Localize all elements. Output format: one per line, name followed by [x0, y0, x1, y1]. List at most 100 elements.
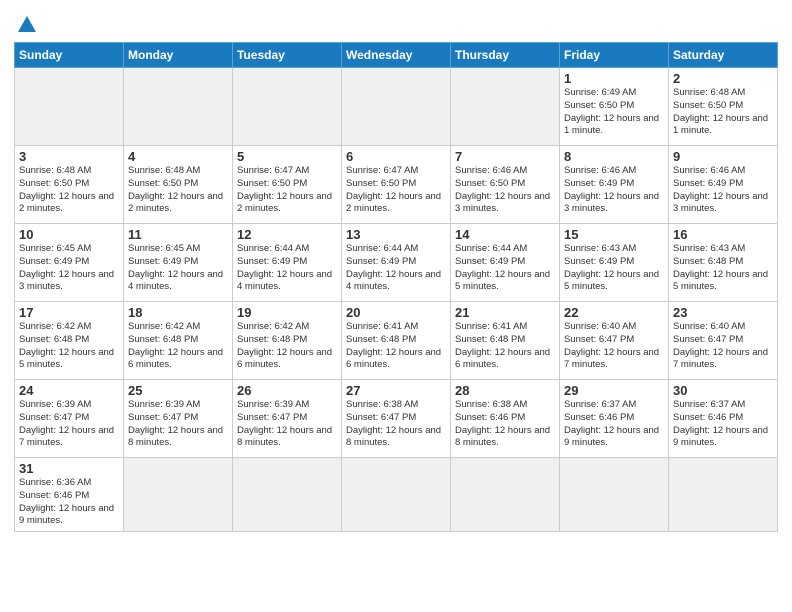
- day-info: Sunrise: 6:39 AM Sunset: 6:47 PM Dayligh…: [128, 399, 228, 450]
- date-number: 1: [564, 71, 664, 86]
- date-number: 25: [128, 383, 228, 398]
- day-info: Sunrise: 6:48 AM Sunset: 6:50 PM Dayligh…: [19, 165, 119, 216]
- day-info: Sunrise: 6:41 AM Sunset: 6:48 PM Dayligh…: [346, 321, 446, 372]
- calendar-cell: 12Sunrise: 6:44 AM Sunset: 6:49 PM Dayli…: [233, 224, 342, 302]
- date-number: 9: [673, 149, 773, 164]
- date-number: 17: [19, 305, 119, 320]
- calendar-cell: 17Sunrise: 6:42 AM Sunset: 6:48 PM Dayli…: [15, 302, 124, 380]
- calendar-cell: 24Sunrise: 6:39 AM Sunset: 6:47 PM Dayli…: [15, 380, 124, 458]
- calendar-cell: [451, 458, 560, 532]
- day-info: Sunrise: 6:44 AM Sunset: 6:49 PM Dayligh…: [455, 243, 555, 294]
- date-number: 24: [19, 383, 119, 398]
- calendar-week-5: 24Sunrise: 6:39 AM Sunset: 6:47 PM Dayli…: [15, 380, 778, 458]
- calendar-week-4: 17 Sunrise: 6:42 AM Sunset: 6:48 PM Dayli…: [15, 302, 778, 380]
- day-info: Sunrise: 6:47 AM Sunset: 6:50 PM Dayligh…: [237, 165, 337, 216]
- calendar-cell: 1Sunrise: 6:49 AM Sunset: 6:50 PM Daylig…: [560, 68, 669, 146]
- date-number: 27: [346, 383, 446, 398]
- calendar-week-2: 3Sunrise: 6:48 AM Sunset: 6:50 PM Daylig…: [15, 146, 778, 224]
- calendar-cell: 3Sunrise: 6:48 AM Sunset: 6:50 PM Daylig…: [15, 146, 124, 224]
- date-number: 14: [455, 227, 555, 242]
- calendar-cell: [233, 458, 342, 532]
- calendar-cell: 7Sunrise: 6:46 AM Sunset: 6:50 PM Daylig…: [451, 146, 560, 224]
- day-info: Sunrise: 6:45 AM Sunset: 6:49 PM Dayligh…: [19, 243, 119, 294]
- calendar-week-3: 10Sunrise: 6:45 AM Sunset: 6:49 PM Dayli…: [15, 224, 778, 302]
- day-info: Sunrise: 6:43 AM Sunset: 6:49 PM Dayligh…: [564, 243, 664, 294]
- calendar-cell: 13Sunrise: 6:44 AM Sunset: 6:49 PM Dayli…: [342, 224, 451, 302]
- calendar-cell: [669, 458, 778, 532]
- day-info: Sunrise: 6:37 AM Sunset: 6:46 PM Dayligh…: [564, 399, 664, 450]
- calendar-cell: [342, 68, 451, 146]
- day-info: Sunrise: 6:37 AM Sunset: 6:46 PM Dayligh…: [673, 399, 773, 450]
- date-number: 22: [564, 305, 664, 320]
- day-header-thursday: Thursday: [451, 43, 560, 68]
- page: SundayMondayTuesdayWednesdayThursdayFrid…: [0, 0, 792, 612]
- calendar-cell: 6Sunrise: 6:47 AM Sunset: 6:50 PM Daylig…: [342, 146, 451, 224]
- date-number: 20: [346, 305, 446, 320]
- calendar-cell: 16Sunrise: 6:43 AM Sunset: 6:48 PM Dayli…: [669, 224, 778, 302]
- calendar-cell: 30Sunrise: 6:37 AM Sunset: 6:46 PM Dayli…: [669, 380, 778, 458]
- date-number: 19: [237, 305, 337, 320]
- date-number: 15: [564, 227, 664, 242]
- date-number: 5: [237, 149, 337, 164]
- calendar-cell: 4Sunrise: 6:48 AM Sunset: 6:50 PM Daylig…: [124, 146, 233, 224]
- calendar-week-1: 1Sunrise: 6:49 AM Sunset: 6:50 PM Daylig…: [15, 68, 778, 146]
- calendar-cell: 2Sunrise: 6:48 AM Sunset: 6:50 PM Daylig…: [669, 68, 778, 146]
- day-info: Sunrise: 6:49 AM Sunset: 6:50 PM Dayligh…: [564, 87, 664, 138]
- date-number: 4: [128, 149, 228, 164]
- calendar-cell: [124, 68, 233, 146]
- day-info: Sunrise: 6:44 AM Sunset: 6:49 PM Dayligh…: [237, 243, 337, 294]
- day-info: Sunrise: 6:43 AM Sunset: 6:48 PM Dayligh…: [673, 243, 773, 294]
- date-number: 12: [237, 227, 337, 242]
- day-info: Sunrise: 6:48 AM Sunset: 6:50 PM Dayligh…: [673, 87, 773, 138]
- day-header-saturday: Saturday: [669, 43, 778, 68]
- calendar-cell: 21Sunrise: 6:41 AM Sunset: 6:48 PM Dayli…: [451, 302, 560, 380]
- date-number: 2: [673, 71, 773, 86]
- calendar: SundayMondayTuesdayWednesdayThursdayFrid…: [14, 42, 778, 532]
- calendar-cell: [15, 68, 124, 146]
- calendar-cell: 15Sunrise: 6:43 AM Sunset: 6:49 PM Dayli…: [560, 224, 669, 302]
- day-header-tuesday: Tuesday: [233, 43, 342, 68]
- calendar-cell: 26Sunrise: 6:39 AM Sunset: 6:47 PM Dayli…: [233, 380, 342, 458]
- day-info: Sunrise: 6:45 AM Sunset: 6:49 PM Dayligh…: [128, 243, 228, 294]
- calendar-cell: 29Sunrise: 6:37 AM Sunset: 6:46 PM Dayli…: [560, 380, 669, 458]
- day-info: Sunrise: 6:39 AM Sunset: 6:47 PM Dayligh…: [237, 399, 337, 450]
- date-number: 3: [19, 149, 119, 164]
- day-info: Sunrise: 6:41 AM Sunset: 6:48 PM Dayligh…: [455, 321, 555, 372]
- header: [14, 10, 778, 36]
- day-info: Sunrise: 6:47 AM Sunset: 6:50 PM Dayligh…: [346, 165, 446, 216]
- logo: [14, 14, 38, 36]
- day-info: Sunrise: 6:40 AM Sunset: 6:47 PM Dayligh…: [673, 321, 773, 372]
- calendar-cell: 11Sunrise: 6:45 AM Sunset: 6:49 PM Dayli…: [124, 224, 233, 302]
- calendar-cell: [342, 458, 451, 532]
- date-number: 8: [564, 149, 664, 164]
- date-number: 30: [673, 383, 773, 398]
- logo-area: [14, 10, 38, 36]
- day-info: Sunrise: 6:36 AM Sunset: 6:46 PM Dayligh…: [19, 477, 119, 528]
- date-number: 29: [564, 383, 664, 398]
- day-info: Sunrise: 6:48 AM Sunset: 6:50 PM Dayligh…: [128, 165, 228, 216]
- calendar-cell: [451, 68, 560, 146]
- date-number: 18: [128, 305, 228, 320]
- day-info: Sunrise: 6:46 AM Sunset: 6:49 PM Dayligh…: [564, 165, 664, 216]
- calendar-cell: [124, 458, 233, 532]
- day-info: Sunrise: 6:42 AM Sunset: 6:48 PM Dayligh…: [128, 321, 228, 372]
- calendar-cell: 31Sunrise: 6:36 AM Sunset: 6:46 PM Dayli…: [15, 458, 124, 532]
- day-info: Sunrise: 6:42 AM Sunset: 6:48 PM Dayligh…: [237, 321, 337, 372]
- calendar-cell: [560, 458, 669, 532]
- day-info: Sunrise: 6:44 AM Sunset: 6:49 PM Dayligh…: [346, 243, 446, 294]
- date-number: 16: [673, 227, 773, 242]
- date-number: 10: [19, 227, 119, 242]
- day-info: Sunrise: 6:39 AM Sunset: 6:47 PM Dayligh…: [19, 399, 119, 450]
- calendar-week-6: 31Sunrise: 6:36 AM Sunset: 6:46 PM Dayli…: [15, 458, 778, 532]
- calendar-cell: 28Sunrise: 6:38 AM Sunset: 6:46 PM Dayli…: [451, 380, 560, 458]
- date-number: 26: [237, 383, 337, 398]
- calendar-cell: 5Sunrise: 6:47 AM Sunset: 6:50 PM Daylig…: [233, 146, 342, 224]
- date-number: 23: [673, 305, 773, 320]
- calendar-cell: 8Sunrise: 6:46 AM Sunset: 6:49 PM Daylig…: [560, 146, 669, 224]
- day-info: Sunrise: 6:46 AM Sunset: 6:49 PM Dayligh…: [673, 165, 773, 216]
- day-info: Sunrise: 6:38 AM Sunset: 6:46 PM Dayligh…: [455, 399, 555, 450]
- day-info: Sunrise: 6:40 AM Sunset: 6:47 PM Dayligh…: [564, 321, 664, 372]
- calendar-cell: 22Sunrise: 6:40 AM Sunset: 6:47 PM Dayli…: [560, 302, 669, 380]
- logo-icon: [16, 14, 38, 36]
- date-number: 31: [19, 461, 119, 476]
